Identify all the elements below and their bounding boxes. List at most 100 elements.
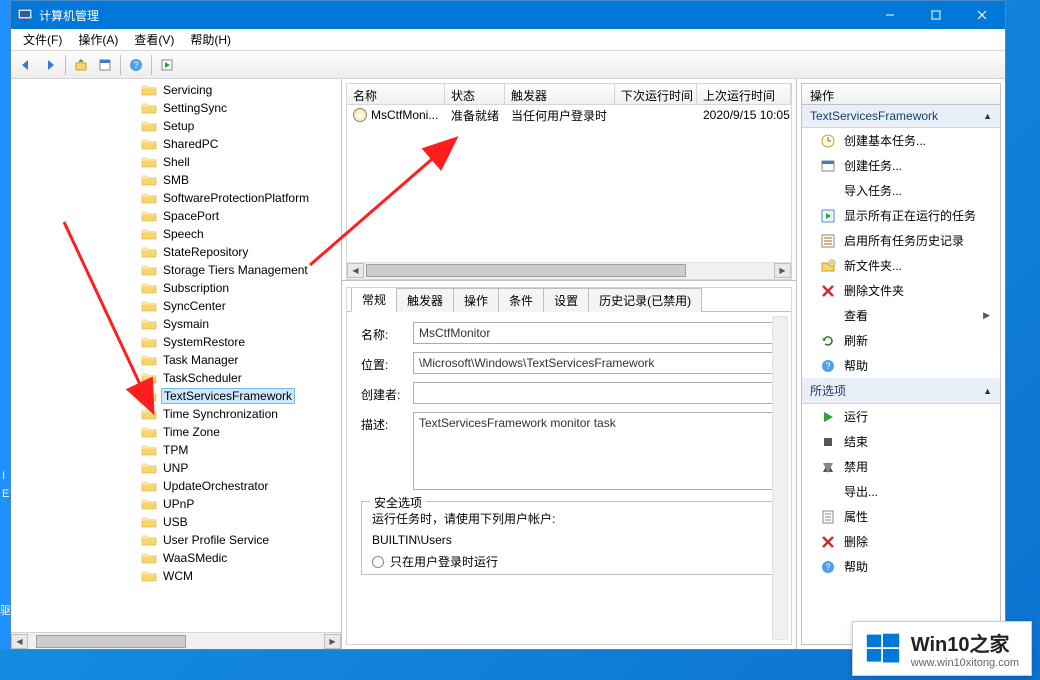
- tree-node[interactable]: SystemRestore: [11, 333, 341, 351]
- task-list-body[interactable]: MsCtfMoni... 准备就绪 当任何用户登录时 2020/9/15 10:…: [346, 105, 792, 280]
- radio-logged-on-label[interactable]: 只在用户登录时运行: [390, 553, 498, 570]
- tree-node-label: SharedPC: [161, 137, 220, 151]
- scroll-right-button[interactable]: ▶: [774, 263, 791, 278]
- tree-node[interactable]: Sysmain: [11, 315, 341, 333]
- actions-group2-header[interactable]: 所选项 ▲: [802, 378, 1000, 404]
- tree-list[interactable]: Servicing SettingSync Setup SharedPC Shell SM…: [11, 79, 341, 632]
- action-label: 创建基本任务...: [844, 132, 926, 149]
- action-item[interactable]: 查看▶: [802, 303, 1000, 328]
- action-item[interactable]: ?帮助: [802, 353, 1000, 378]
- col-name[interactable]: 名称: [347, 84, 445, 104]
- tree-node[interactable]: Subscription: [11, 279, 341, 297]
- tree-node[interactable]: StateRepository: [11, 243, 341, 261]
- tree-hscroll[interactable]: ◀ ▶: [11, 632, 341, 649]
- action-item[interactable]: 新文件夹...: [802, 253, 1000, 278]
- tree-node-label: SettingSync: [161, 101, 229, 115]
- action-item[interactable]: ?帮助: [802, 554, 1000, 579]
- action-label: 运行: [844, 408, 868, 425]
- tab-triggers[interactable]: 触发器: [396, 288, 454, 312]
- tab-actions[interactable]: 操作: [453, 288, 499, 312]
- tasklist-hscroll[interactable]: ◀ ▶: [347, 262, 791, 279]
- col-last[interactable]: 上次运行时间: [697, 84, 791, 104]
- action-item[interactable]: 创建基本任务...: [802, 128, 1000, 153]
- export-icon: [820, 484, 836, 500]
- action-item[interactable]: 删除文件夹: [802, 278, 1000, 303]
- tree-node[interactable]: Servicing: [11, 81, 341, 99]
- tree-node[interactable]: SoftwareProtectionPlatform: [11, 189, 341, 207]
- titlebar[interactable]: 计算机管理: [11, 1, 1005, 29]
- tree-node[interactable]: SharedPC: [11, 135, 341, 153]
- col-next[interactable]: 下次运行时间: [615, 84, 697, 104]
- toolbar-run-button[interactable]: [156, 54, 178, 76]
- col-status[interactable]: 状态: [445, 84, 505, 104]
- hscroll-thumb[interactable]: [36, 635, 186, 648]
- tree-node[interactable]: WCM: [11, 567, 341, 585]
- col-triggers[interactable]: 触发器: [505, 84, 615, 104]
- field-author[interactable]: [413, 382, 777, 404]
- tree-node[interactable]: Time Synchronization: [11, 405, 341, 423]
- toolbar-up-button[interactable]: [70, 54, 92, 76]
- tree-node[interactable]: USB: [11, 513, 341, 531]
- menu-help[interactable]: 帮助(H): [182, 29, 239, 50]
- label-desc: 描述:: [361, 412, 413, 433]
- tree-node[interactable]: TaskScheduler: [11, 369, 341, 387]
- action-item[interactable]: 导入任务...: [802, 178, 1000, 203]
- menu-action[interactable]: 操作(A): [70, 29, 126, 50]
- tab-settings[interactable]: 设置: [543, 288, 589, 312]
- action-item[interactable]: 启用所有任务历史记录: [802, 228, 1000, 253]
- toolbar-forward-button[interactable]: [39, 54, 61, 76]
- tree-node-label: Task Manager: [161, 353, 240, 367]
- action-item[interactable]: 结束: [802, 429, 1000, 454]
- tree-node[interactable]: UpdateOrchestrator: [11, 477, 341, 495]
- detail-vscroll[interactable]: [772, 316, 788, 640]
- scroll-left-button[interactable]: ◀: [347, 263, 364, 278]
- close-button[interactable]: [959, 1, 1005, 29]
- tree-node[interactable]: Speech: [11, 225, 341, 243]
- actions-group1-header[interactable]: TextServicesFramework ▲: [802, 105, 1000, 128]
- action-item[interactable]: 删除: [802, 529, 1000, 554]
- hscroll-thumb[interactable]: [366, 264, 686, 277]
- tree-node[interactable]: Time Zone: [11, 423, 341, 441]
- tree-node[interactable]: WaaSMedic: [11, 549, 341, 567]
- tree-node[interactable]: SpacePort: [11, 207, 341, 225]
- task-row[interactable]: MsCtfMoni... 准备就绪 当任何用户登录时 2020/9/15 10:…: [347, 105, 791, 125]
- tree-node[interactable]: TPM: [11, 441, 341, 459]
- tree-node[interactable]: TextServicesFramework: [11, 387, 341, 405]
- toolbar-back-button[interactable]: [15, 54, 37, 76]
- tree-node[interactable]: SMB: [11, 171, 341, 189]
- action-item[interactable]: 刷新: [802, 328, 1000, 353]
- action-item[interactable]: 运行: [802, 404, 1000, 429]
- tree-node[interactable]: Task Manager: [11, 351, 341, 369]
- tree-node[interactable]: SettingSync: [11, 99, 341, 117]
- scroll-right-button[interactable]: ▶: [324, 634, 341, 649]
- tab-history[interactable]: 历史记录(已禁用): [588, 288, 702, 312]
- menu-view[interactable]: 查看(V): [126, 29, 182, 50]
- minimize-button[interactable]: [867, 1, 913, 29]
- tab-conditions[interactable]: 条件: [498, 288, 544, 312]
- action-item[interactable]: 导出...: [802, 479, 1000, 504]
- action-label: 删除: [844, 533, 868, 550]
- tree-node-label: SMB: [161, 173, 191, 187]
- menu-file[interactable]: 文件(F): [15, 29, 70, 50]
- field-name[interactable]: [413, 322, 777, 344]
- maximize-button[interactable]: [913, 1, 959, 29]
- tree-node[interactable]: SyncCenter: [11, 297, 341, 315]
- scroll-left-button[interactable]: ◀: [11, 634, 28, 649]
- action-item[interactable]: 属性: [802, 504, 1000, 529]
- field-location[interactable]: [413, 352, 777, 374]
- action-item[interactable]: 禁用: [802, 454, 1000, 479]
- toolbar-help-button[interactable]: ?: [125, 54, 147, 76]
- tree-node[interactable]: UPnP: [11, 495, 341, 513]
- action-item[interactable]: 显示所有正在运行的任务: [802, 203, 1000, 228]
- tree-node[interactable]: Setup: [11, 117, 341, 135]
- tree-node[interactable]: Storage Tiers Management: [11, 261, 341, 279]
- tree-node-label: User Profile Service: [161, 533, 271, 547]
- tree-node[interactable]: Shell: [11, 153, 341, 171]
- actions-group1-title: TextServicesFramework: [810, 109, 938, 123]
- toolbar-properties-button[interactable]: [94, 54, 116, 76]
- tree-node[interactable]: UNP: [11, 459, 341, 477]
- action-item[interactable]: 创建任务...: [802, 153, 1000, 178]
- field-desc[interactable]: [413, 412, 777, 490]
- tree-node[interactable]: User Profile Service: [11, 531, 341, 549]
- tab-general[interactable]: 常规: [351, 287, 397, 312]
